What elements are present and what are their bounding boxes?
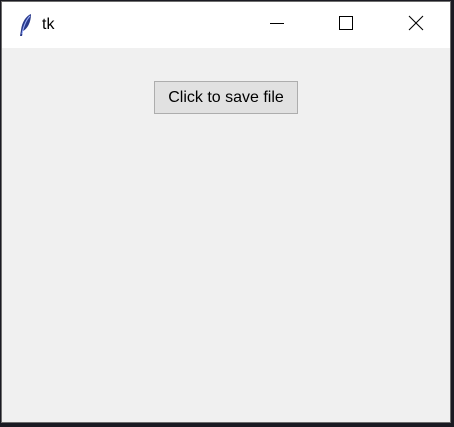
close-button[interactable] [382, 2, 450, 48]
window-title: tk [42, 16, 55, 33]
close-icon [408, 15, 424, 36]
title-bar[interactable]: tk [2, 2, 450, 48]
maximize-button[interactable] [312, 2, 380, 48]
minimize-icon [269, 15, 285, 36]
app-window: tk Click to save file [1, 1, 451, 423]
maximize-icon [338, 15, 354, 36]
minimize-button[interactable] [243, 2, 311, 48]
feather-icon [17, 12, 35, 38]
save-file-button[interactable]: Click to save file [154, 81, 298, 114]
